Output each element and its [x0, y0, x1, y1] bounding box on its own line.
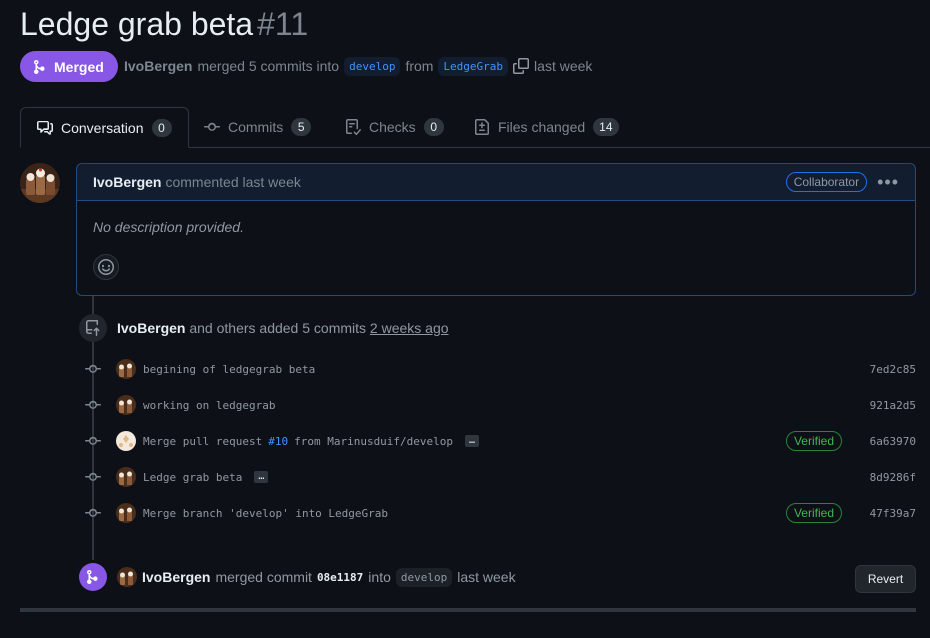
- commit-row: working on ledgegrab 921a2d5: [84, 393, 916, 417]
- comment-action: commented last week: [165, 174, 301, 190]
- commit-message[interactable]: begining of ledgegrab beta: [143, 363, 315, 376]
- expand-message-button[interactable]: …: [254, 471, 269, 483]
- merged-state-badge: Merged: [20, 51, 118, 82]
- commit-message[interactable]: Merge branch 'develop' into LedgeGrab: [143, 507, 388, 520]
- tab-conversation[interactable]: Conversation 0: [20, 107, 189, 148]
- commit-row: Ledge grab beta … 8d9286f: [84, 465, 916, 489]
- pr-number: #11: [257, 6, 309, 42]
- verified-badge[interactable]: Verified: [785, 431, 842, 451]
- commit-message[interactable]: Ledge grab beta …: [143, 471, 269, 484]
- commit-row: Merge pull request #10 from Marinusduif/…: [84, 429, 916, 453]
- push-time-link[interactable]: 2 weeks ago: [370, 320, 449, 336]
- merge-event-time: last week: [457, 569, 516, 585]
- pr-tabs: Conversation 0 Commits 5 Checks 0 Files …: [20, 107, 930, 148]
- smiley-icon: [98, 259, 114, 275]
- git-merge-icon: [34, 59, 45, 74]
- avatar[interactable]: [20, 163, 60, 203]
- expand-message-button[interactable]: …: [465, 435, 480, 447]
- commit-message-text[interactable]: Ledge grab beta: [143, 471, 242, 484]
- tab-label: Checks: [369, 119, 416, 135]
- from-text: from: [405, 58, 434, 74]
- commit-message-text[interactable]: begining of ledgegrab beta: [143, 363, 315, 376]
- comment-header: IvoBergen commented last week Collaborat…: [77, 164, 915, 201]
- push-author[interactable]: IvoBergen: [117, 320, 185, 336]
- state-label: Merged: [54, 58, 104, 75]
- base-branch[interactable]: develop: [344, 56, 401, 76]
- tab-count: 5: [291, 118, 312, 136]
- add-reaction-button[interactable]: [93, 254, 119, 280]
- author-link[interactable]: IvoBergen: [124, 58, 192, 74]
- pr-meta: IvoBergen merged 5 commits into develop …: [124, 55, 592, 77]
- head-branch[interactable]: LedgeGrab: [438, 56, 509, 76]
- page-title: Ledge grab beta #11: [20, 4, 308, 44]
- tab-count: 0: [423, 118, 444, 136]
- commit-sha[interactable]: 6a63970: [870, 435, 916, 448]
- merge-commit-sha[interactable]: 08e1187: [317, 571, 363, 584]
- avatar[interactable]: [116, 467, 136, 487]
- repo-push-icon: [79, 314, 107, 342]
- commit-message-text[interactable]: from Marinusduif/develop: [294, 435, 453, 448]
- tab-count: 0: [151, 118, 172, 137]
- commit-message[interactable]: Merge pull request #10 from Marinusduif/…: [143, 435, 480, 448]
- avatar[interactable]: [117, 567, 137, 587]
- comment-author[interactable]: IvoBergen: [93, 174, 161, 190]
- merge-author[interactable]: IvoBergen: [142, 569, 210, 585]
- commit-message-text[interactable]: Merge pull request: [143, 435, 262, 448]
- avatar[interactable]: [116, 359, 136, 379]
- merge-time: last week: [534, 58, 593, 74]
- git-commit-icon: [84, 432, 102, 450]
- git-merge-icon: [79, 563, 107, 591]
- commit-row: begining of ledgegrab beta 7ed2c85: [84, 357, 916, 381]
- kebab-menu-icon[interactable]: •••: [877, 172, 899, 193]
- timeline-divider: [20, 608, 916, 612]
- avatar[interactable]: [116, 503, 136, 523]
- comment-box: IvoBergen commented last week Collaborat…: [76, 163, 916, 296]
- checklist-icon: [346, 119, 361, 135]
- merge-action: merged commit: [215, 569, 312, 585]
- git-commit-icon: [84, 504, 102, 522]
- pr-link[interactable]: #10: [268, 435, 288, 448]
- tab-label: Files changed: [498, 119, 586, 135]
- comment-discussion-icon: [37, 120, 53, 135]
- commit-message-text[interactable]: working on ledgegrab: [143, 399, 275, 412]
- commit-message-text[interactable]: Merge branch 'develop' into LedgeGrab: [143, 507, 388, 520]
- merge-target-branch[interactable]: develop: [395, 567, 453, 587]
- avatar[interactable]: [116, 395, 136, 415]
- avatar[interactable]: [116, 431, 136, 451]
- tab-files-changed[interactable]: Files changed 14: [458, 107, 635, 147]
- tab-commits[interactable]: Commits 5: [188, 107, 327, 147]
- merge-event-text: IvoBergen merged commit 08e1187 into dev…: [117, 567, 516, 587]
- tab-checks[interactable]: Checks 0: [329, 107, 460, 147]
- tab-count: 14: [593, 118, 619, 136]
- copy-icon[interactable]: [513, 58, 530, 74]
- git-commit-icon: [84, 360, 102, 378]
- tab-label: Conversation: [61, 119, 144, 136]
- commit-message[interactable]: working on ledgegrab: [143, 399, 275, 412]
- commit-row: Merge branch 'develop' into LedgeGrab Ve…: [84, 501, 916, 525]
- collaborator-badge: Collaborator: [785, 172, 868, 192]
- file-diff-icon: [475, 119, 489, 135]
- commit-sha[interactable]: 47f39a7: [870, 507, 916, 520]
- into-text: into: [368, 569, 391, 585]
- comment-body: No description provided.: [93, 219, 244, 235]
- tab-label: Commits: [228, 119, 284, 135]
- merge-action-text: merged 5 commits into: [197, 58, 340, 74]
- commit-sha[interactable]: 8d9286f: [870, 471, 916, 484]
- commit-sha[interactable]: 7ed2c85: [870, 363, 916, 376]
- git-commit-icon: [204, 122, 220, 131]
- revert-button[interactable]: Revert: [855, 565, 916, 593]
- verified-badge[interactable]: Verified: [785, 503, 842, 523]
- avatar-image: [20, 163, 60, 203]
- commit-sha[interactable]: 921a2d5: [870, 399, 916, 412]
- pr-title: Ledge grab beta: [20, 6, 254, 42]
- git-commit-icon: [84, 468, 102, 486]
- push-event-text: IvoBergen and others added 5 commits 2 w…: [117, 320, 449, 336]
- push-description: and others added 5 commits: [189, 320, 367, 336]
- git-commit-icon: [84, 396, 102, 414]
